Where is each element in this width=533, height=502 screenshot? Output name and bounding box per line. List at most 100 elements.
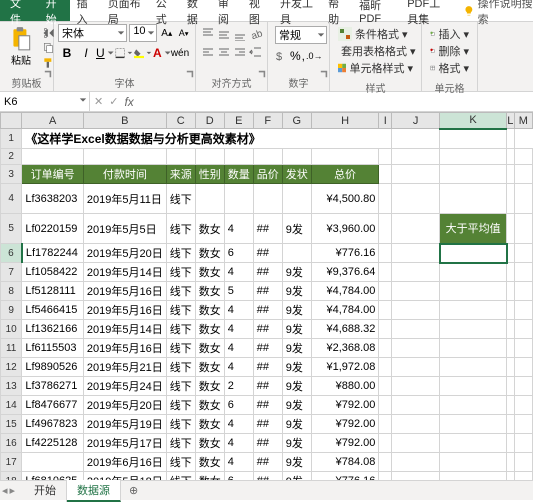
fill-color-button[interactable] <box>134 44 152 62</box>
table-header[interactable]: 品价 <box>253 165 282 184</box>
cell[interactable]: 大于平均值 <box>440 214 507 244</box>
cell[interactable] <box>392 453 440 472</box>
cell[interactable]: 2019年5月19日 <box>83 415 166 434</box>
cell[interactable]: ¥3,960.00 <box>311 214 379 244</box>
row-header[interactable]: 17 <box>1 453 22 472</box>
decrease-indent-button[interactable] <box>248 44 263 60</box>
cell[interactable]: Lf5466415 <box>22 301 84 320</box>
cancel-formula-icon[interactable]: ✕ <box>94 95 103 108</box>
menu-开发工具[interactable]: 开发工具 <box>273 0 321 21</box>
cell[interactable]: Lf1782244 <box>22 244 84 263</box>
menu-file[interactable]: 文件 <box>0 0 39 21</box>
row-header[interactable]: 9 <box>1 301 22 320</box>
cell[interactable]: ¥2,368.08 <box>311 339 379 358</box>
cell[interactable] <box>440 377 507 396</box>
format-cells-button[interactable]: 格式 ▾ <box>430 60 469 76</box>
col-header-G[interactable]: G <box>282 113 311 129</box>
cell[interactable]: ## <box>253 434 282 453</box>
cell[interactable] <box>507 358 515 377</box>
decrease-font-button[interactable]: A▾ <box>176 24 191 42</box>
cell[interactable] <box>379 396 392 415</box>
cell[interactable] <box>379 415 392 434</box>
cell[interactable]: Lf1058422 <box>22 263 84 282</box>
cell[interactable] <box>440 396 507 415</box>
menu-公式[interactable]: 公式 <box>149 0 180 21</box>
dialog-launcher-icon[interactable] <box>258 70 266 78</box>
cell[interactable]: Lf1362166 <box>22 320 84 339</box>
sheet-tab[interactable]: 开始 <box>24 480 67 502</box>
col-header-A[interactable]: A <box>22 113 84 129</box>
cell[interactable]: ## <box>253 377 282 396</box>
cell[interactable]: Lf4967823 <box>22 415 84 434</box>
cell[interactable] <box>379 244 392 263</box>
cell[interactable] <box>392 214 440 244</box>
cell[interactable] <box>507 214 515 244</box>
cell[interactable]: 线下 <box>166 377 195 396</box>
cell[interactable] <box>392 282 440 301</box>
row-header[interactable]: 5 <box>1 214 22 244</box>
row-header[interactable]: 6 <box>1 244 22 263</box>
cell[interactable]: 9发 <box>282 453 311 472</box>
cell[interactable] <box>514 453 532 472</box>
cell[interactable]: 9发 <box>282 263 311 282</box>
cell[interactable] <box>440 301 507 320</box>
cell[interactable]: ## <box>253 396 282 415</box>
row-header[interactable]: 11 <box>1 339 22 358</box>
row-header[interactable]: 1 <box>1 129 22 149</box>
dialog-launcher-icon[interactable] <box>44 70 52 78</box>
cell[interactable]: 9发 <box>282 320 311 339</box>
cell[interactable]: ¥9,376.64 <box>311 263 379 282</box>
cell[interactable]: 4 <box>224 320 253 339</box>
cell[interactable]: ¥792.00 <box>311 434 379 453</box>
cell[interactable]: 2019年5月5日 <box>83 214 166 244</box>
cell[interactable]: ¥792.00 <box>311 415 379 434</box>
cell[interactable]: ## <box>253 214 282 244</box>
underline-button[interactable]: U <box>96 44 114 62</box>
cell[interactable] <box>514 263 532 282</box>
cell[interactable] <box>282 184 311 214</box>
increase-font-button[interactable]: A▴ <box>159 24 174 42</box>
menu-审阅[interactable]: 审阅 <box>211 0 242 21</box>
menu-PDF工具集[interactable]: PDF工具集 <box>400 0 457 21</box>
cell[interactable]: 9发 <box>282 396 311 415</box>
cell[interactable]: 9发 <box>282 358 311 377</box>
cell[interactable] <box>392 434 440 453</box>
cell[interactable]: 线下 <box>166 453 195 472</box>
cell[interactable]: 2019年5月16日 <box>83 339 166 358</box>
cell[interactable] <box>392 377 440 396</box>
cell[interactable]: ¥792.00 <box>311 396 379 415</box>
col-header-E[interactable]: E <box>224 113 253 129</box>
cell[interactable] <box>282 244 311 263</box>
cell[interactable]: 4 <box>224 301 253 320</box>
new-sheet-button[interactable]: ⊕ <box>121 482 146 499</box>
col-header-H[interactable]: H <box>311 113 379 129</box>
cell[interactable]: ## <box>253 263 282 282</box>
cell[interactable] <box>440 434 507 453</box>
cell[interactable] <box>392 396 440 415</box>
row-header[interactable]: 10 <box>1 320 22 339</box>
cell[interactable]: 9发 <box>282 282 311 301</box>
row-header[interactable]: 14 <box>1 396 22 415</box>
cell[interactable] <box>514 301 532 320</box>
cell[interactable] <box>379 320 392 339</box>
cell[interactable]: 数女 <box>195 415 224 434</box>
cell[interactable]: 数女 <box>195 282 224 301</box>
row-header[interactable]: 13 <box>1 377 22 396</box>
sheet-nav-next[interactable]: ▸ <box>10 484 16 497</box>
row-header[interactable]: 7 <box>1 263 22 282</box>
accounting-format-button[interactable]: $ <box>275 47 289 65</box>
cell[interactable]: ¥784.08 <box>311 453 379 472</box>
row-header[interactable]: 16 <box>1 434 22 453</box>
table-format-button[interactable]: 套用表格格式 ▾ <box>338 43 413 59</box>
cell[interactable]: 4 <box>224 434 253 453</box>
cell[interactable]: ## <box>253 244 282 263</box>
cell[interactable]: 4 <box>224 358 253 377</box>
cell[interactable]: 线下 <box>166 282 195 301</box>
cell[interactable]: 线下 <box>166 244 195 263</box>
cell[interactable] <box>392 339 440 358</box>
cell[interactable]: 2019年5月17日 <box>83 434 166 453</box>
align-top-button[interactable] <box>200 26 215 42</box>
cell[interactable] <box>440 263 507 282</box>
cell-styles-button[interactable]: 单元格样式 ▾ <box>338 60 413 76</box>
cell[interactable] <box>392 320 440 339</box>
